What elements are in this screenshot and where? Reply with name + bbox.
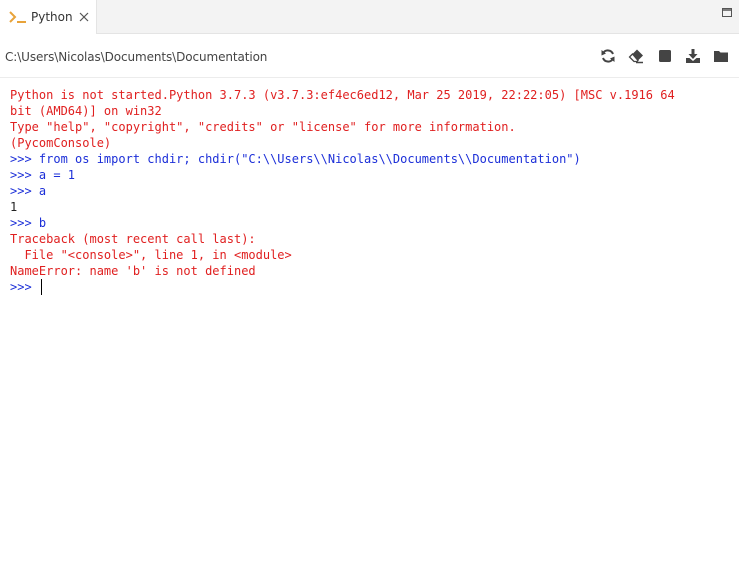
folder-icon[interactable] <box>713 48 729 64</box>
tab-label: Python <box>31 10 73 24</box>
console-error-line: Traceback (most recent call last): <box>10 232 256 246</box>
console-error-line: File "<console>", line 1, in <module> <box>10 248 292 262</box>
terminal-prompt-icon <box>9 11 26 23</box>
console-error-line: bit (AMD64)] on win32 <box>10 104 162 118</box>
download-icon[interactable] <box>685 48 701 64</box>
console-input-line: >>> from os import chdir; chdir("C:\\Use… <box>10 152 581 166</box>
console-error-line: NameError: name 'b' is not defined <box>10 264 256 278</box>
working-directory-path: C:\Users\Nicolas\Documents\Documentation <box>5 50 268 64</box>
console-error-line: Type "help", "copyright", "credits" or "… <box>10 120 516 134</box>
text-cursor <box>41 279 42 295</box>
console-toolbar: C:\Users\Nicolas\Documents\Documentation <box>0 35 739 78</box>
stop-icon[interactable] <box>657 48 673 64</box>
maximize-icon[interactable] <box>722 8 732 17</box>
refresh-icon[interactable] <box>600 48 616 64</box>
console-error-line: (PycomConsole) <box>10 136 112 150</box>
console-input-line: >>> a <box>10 184 47 198</box>
python-console-output[interactable]: Python is not started.Python 3.7.3 (v3.7… <box>0 79 739 566</box>
console-input-line: >>> b <box>10 216 47 230</box>
close-icon[interactable] <box>79 12 89 22</box>
console-error-line: Python is not started.Python 3.7.3 (v3.7… <box>10 88 675 102</box>
tab-python[interactable]: Python <box>0 0 97 34</box>
tab-bar: Python <box>0 0 739 34</box>
console-output-line: 1 <box>10 200 18 214</box>
console-input-line: >>> <box>10 280 39 294</box>
console-input-line: >>> a = 1 <box>10 168 76 182</box>
eraser-icon[interactable] <box>628 48 644 64</box>
